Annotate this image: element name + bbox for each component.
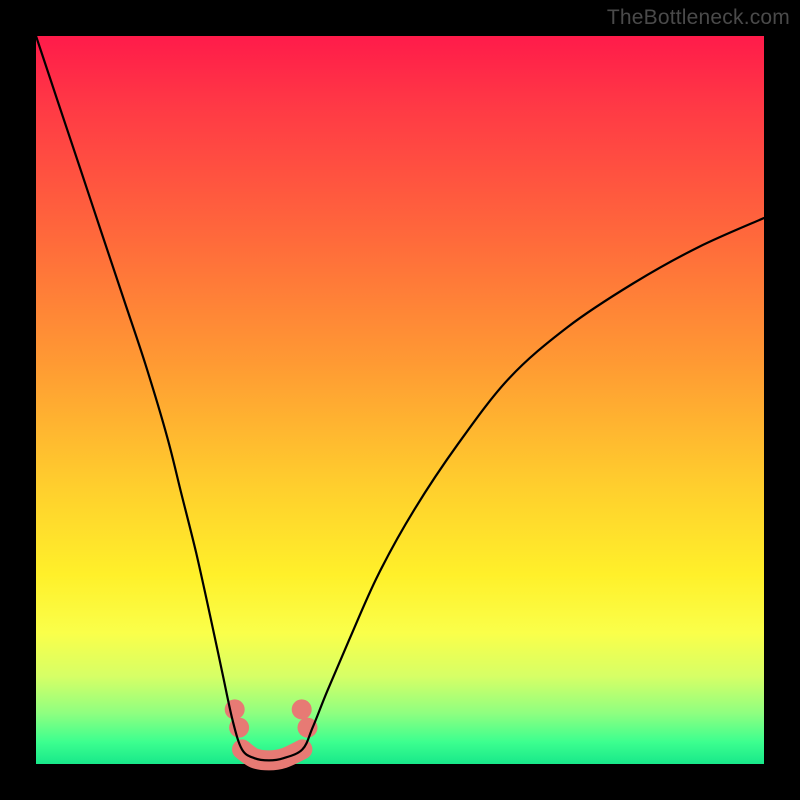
chart-frame: TheBottleneck.com [0,0,800,800]
plot-area [36,36,764,764]
bottleneck-curve [36,36,764,760]
watermark-text: TheBottleneck.com [607,6,790,30]
valley-marker-3 [292,699,312,719]
valley-dots [225,699,318,737]
curve-layer [36,36,764,764]
